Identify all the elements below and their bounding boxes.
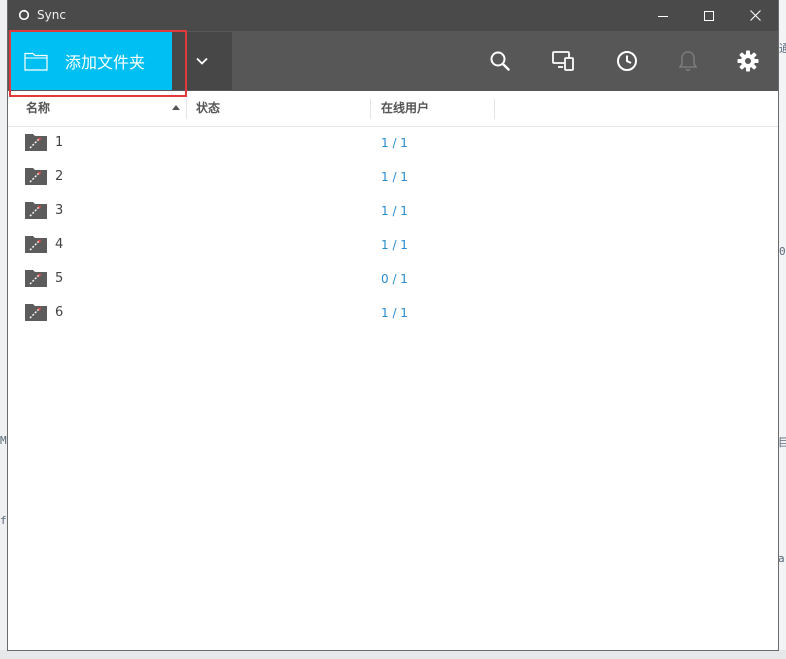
column-divider[interactable] [370,99,371,119]
background-glyph: a [778,552,785,565]
history-button[interactable] [609,43,645,79]
gear-icon [737,50,759,72]
folder-icon [24,52,48,71]
minimize-icon [658,15,668,17]
add-folder-dropdown-button[interactable] [172,32,232,90]
background-app-left [0,0,8,659]
add-folder-label: 添加文件夹 [65,53,146,72]
folder-name: 2 [55,169,64,184]
search-button[interactable] [482,43,518,79]
sort-ascending-icon [172,105,180,110]
table-row[interactable]: 3 1 / 1 [8,194,778,228]
folder-name: 6 [55,305,64,320]
chevron-down-icon [196,57,208,65]
folder-disconnected-icon [25,304,47,321]
folder-peers-link[interactable]: 1 / 1 [381,306,408,320]
history-icon [617,51,637,71]
folder-peers-link[interactable]: 1 / 1 [381,204,408,218]
maximize-button[interactable] [686,0,732,31]
window-title: Sync [37,8,66,22]
folder-name: 1 [55,135,64,150]
settings-button[interactable] [730,43,766,79]
folder-name: 3 [55,203,64,218]
folder-disconnected-icon [25,168,47,185]
folder-disconnected-icon [25,270,47,287]
column-header-peers[interactable]: 在线用户 [381,91,501,125]
background-app-bottom [0,650,786,659]
folder-name: 5 [55,271,64,286]
sync-window: Sync 添加文件夹 名称 状态 在线用户 1 1 / 1 2 1 / 1 3 … [8,0,778,650]
folder-disconnected-icon [25,134,47,151]
folder-peers-link[interactable]: 1 / 1 [381,238,408,252]
notifications-button[interactable] [670,43,706,79]
folder-peers-link[interactable]: 1 / 1 [381,170,408,184]
column-header-status[interactable]: 状态 [196,91,366,125]
search-icon [490,51,510,71]
folder-disconnected-icon [25,202,47,219]
table-header: 名称 状态 在线用户 [8,91,778,127]
toolbar: 添加文件夹 [8,31,778,91]
sync-app-icon [18,9,30,21]
folder-peers-link[interactable]: 1 / 1 [381,136,408,150]
folder-name: 4 [55,237,64,252]
title-bar[interactable]: Sync [8,0,778,31]
background-glyph: f [0,514,7,527]
table-row[interactable]: 5 0 / 1 [8,262,778,296]
folder-list: 1 1 / 1 2 1 / 1 3 1 / 1 4 1 / 1 5 0 / 1 … [8,126,778,330]
bell-icon [678,51,698,72]
column-divider[interactable] [186,99,187,119]
minimize-button[interactable] [640,0,686,31]
close-button[interactable] [732,0,778,31]
add-folder-button[interactable]: 添加文件夹 [10,32,172,90]
background-glyph: 0 [779,245,786,258]
maximize-icon [704,10,714,21]
folder-peers-link[interactable]: 0 / 1 [381,272,408,286]
column-divider[interactable] [494,99,495,119]
close-icon [749,10,761,21]
background-glyph: 目 [778,436,786,449]
devices-button[interactable] [546,43,582,79]
table-row[interactable]: 1 1 / 1 [8,126,778,160]
table-row[interactable]: 6 1 / 1 [8,296,778,330]
table-row[interactable]: 2 1 / 1 [8,160,778,194]
folder-disconnected-icon [25,236,47,253]
column-header-name[interactable]: 名称 [26,91,186,125]
table-row[interactable]: 4 1 / 1 [8,228,778,262]
background-glyph: M [0,434,7,447]
background-glyph: 通 [779,42,786,55]
devices-icon [552,51,574,71]
